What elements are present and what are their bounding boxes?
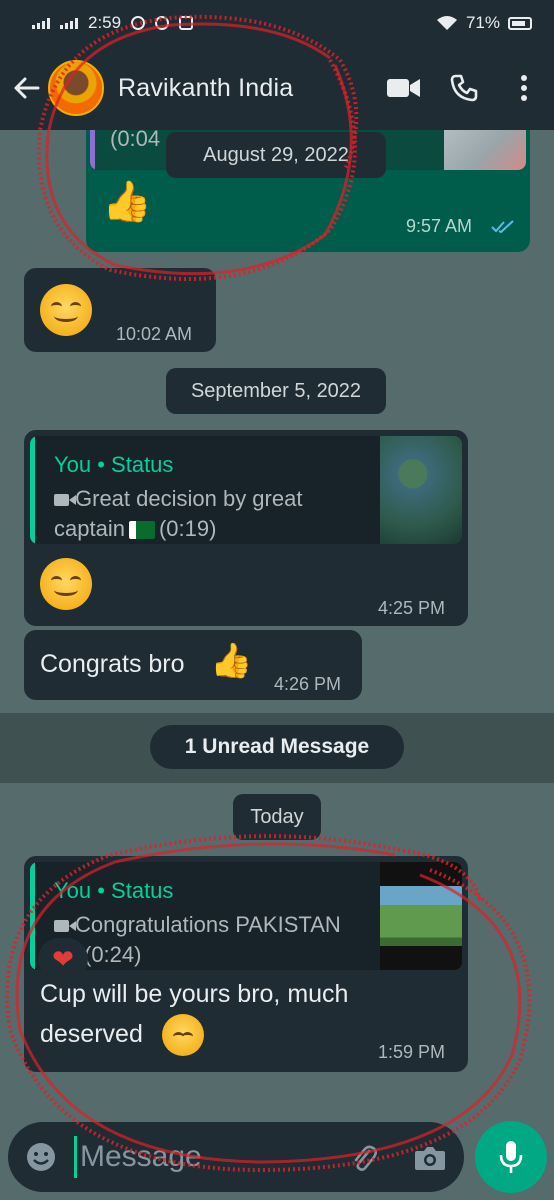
video-icon (54, 920, 76, 933)
message-time: 4:25 PM (378, 598, 446, 618)
video-call-icon[interactable] (374, 63, 434, 113)
more-options-icon[interactable] (494, 63, 554, 113)
signal-icon-2 (60, 17, 78, 29)
status-thumbnail (380, 436, 462, 544)
contact-avatar[interactable] (48, 60, 104, 116)
quote-duration: (0:24) (84, 942, 142, 967)
contact-name[interactable]: Ravikanth India (118, 74, 293, 103)
quoted-status[interactable]: You • Status Congratulations PAKISTAN (0… (30, 862, 462, 970)
read-receipt-icon (491, 220, 514, 234)
back-arrow-icon[interactable] (6, 68, 46, 108)
smiling-face-emoji (162, 1014, 204, 1056)
message-time: 10:02 AM (116, 324, 193, 344)
whatsapp-icon (155, 16, 170, 30)
smiling-face-emoji (40, 284, 92, 336)
message-bubble-incoming[interactable]: Congrats bro 👍 4:26 PM (24, 630, 362, 700)
paperclip-icon[interactable] (344, 1138, 384, 1178)
quote-text: Congratulations PAKISTAN (75, 912, 341, 937)
quoted-status[interactable]: You • Status Great decision by great cap… (30, 436, 462, 544)
message-text: Congrats bro (40, 650, 185, 678)
date-separator: August 29, 2022 (166, 132, 386, 178)
battery-percent: 71% (465, 13, 500, 32)
quote-author: You • Status (54, 878, 174, 903)
battery-icon (508, 16, 532, 30)
message-bubble-incoming[interactable]: 10:02 AM (24, 268, 216, 352)
quote-duration: (0:04 (110, 130, 161, 151)
wifi-icon (436, 16, 457, 30)
heart-reaction-icon[interactable]: ❤ (38, 938, 88, 980)
thumbs-up-emoji: 👍 (210, 642, 253, 680)
message-time: 9:57 AM (406, 216, 473, 236)
smiling-face-emoji (40, 558, 92, 610)
message-time: 4:26 PM (274, 674, 342, 694)
pakistan-flag-icon (128, 521, 155, 540)
quote-duration: (0:19) (158, 516, 217, 541)
date-separator: September 5, 2022 (166, 368, 386, 414)
status-thumbnail (444, 130, 526, 170)
unread-count-label: 1 Unread Message (150, 725, 404, 769)
message-input[interactable] (80, 1134, 350, 1180)
quote-text: Great decision by great (75, 486, 303, 511)
quote-text-2: captain (54, 516, 125, 541)
quote-author: You • Status (54, 452, 174, 477)
chat-header: Ravikanth India (0, 46, 554, 130)
phone-call-icon[interactable] (434, 63, 494, 113)
message-composer (8, 1122, 464, 1192)
emoji-icon[interactable] (22, 1138, 60, 1176)
date-separator: Today (233, 794, 321, 840)
status-time: 2:59 (88, 13, 122, 32)
signal-icon (32, 17, 50, 29)
message-text-2: deserved (40, 1020, 143, 1048)
camera-icon[interactable] (408, 1138, 452, 1178)
video-icon (54, 494, 76, 507)
status-thumbnail (380, 862, 462, 970)
gallery-icon (179, 16, 194, 30)
message-time: 1:59 PM (378, 1042, 446, 1062)
text-caret (74, 1136, 77, 1178)
microphone-icon[interactable] (475, 1121, 547, 1193)
snapchat-icon (131, 16, 146, 30)
thumbs-up-emoji: 👍 (102, 180, 152, 224)
message-bubble-incoming[interactable]: You • Status Great decision by great cap… (24, 430, 468, 626)
message-bubble-incoming[interactable]: You • Status Congratulations PAKISTAN (0… (24, 856, 468, 1072)
status-bar: 2:59 71% (0, 0, 554, 46)
message-text: Cup will be yours bro, much (40, 980, 349, 1008)
